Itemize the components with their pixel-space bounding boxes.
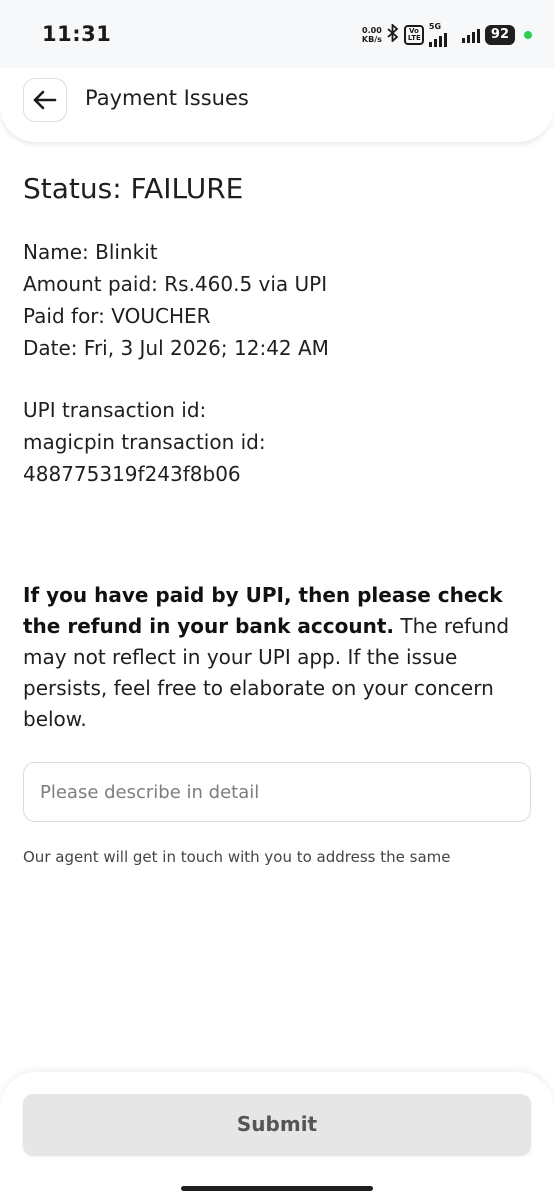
- app-header: Payment Issues: [0, 68, 554, 142]
- transaction-ids: UPI transaction id: magicpin transaction…: [23, 394, 266, 490]
- bluetooth-icon: [387, 22, 399, 47]
- status-bar: 11:31 0.00 KB/s Vo LTE 5G 92: [0, 0, 554, 68]
- agent-note: Our agent will get in touch with you to …: [23, 848, 451, 866]
- privacy-dot-icon: [524, 31, 532, 39]
- signal-bars-icon: [461, 27, 480, 43]
- refund-notice: If you have paid by UPI, then please che…: [23, 580, 523, 735]
- paid-for: Paid for: VOUCHER: [23, 304, 211, 328]
- merchant-name: Name: Blinkit: [23, 240, 158, 264]
- status-icons: 0.00 KB/s Vo LTE 5G 92: [362, 22, 532, 48]
- volte-icon: Vo LTE: [403, 25, 424, 45]
- signal-bars-icon: [428, 31, 447, 47]
- page-title: Payment Issues: [85, 86, 249, 110]
- payment-issues-screen: 11:31 0.00 KB/s Vo LTE 5G 92 Payment Iss…: [0, 0, 554, 1200]
- network-speed-unit: KB/s: [361, 35, 382, 44]
- home-indicator[interactable]: [181, 1186, 373, 1191]
- network-speed: 0.00 KB/s: [362, 26, 382, 44]
- payment-status: Status: FAILURE: [23, 172, 244, 205]
- magicpin-transaction-id-label: magicpin transaction id:: [23, 430, 266, 454]
- upi-transaction-id-label: UPI transaction id:: [23, 398, 207, 422]
- network-type: 5G: [428, 22, 442, 31]
- submit-button[interactable]: Submit: [23, 1094, 531, 1154]
- network-speed-value: 0.00: [362, 26, 382, 35]
- back-button[interactable]: [23, 78, 67, 122]
- issue-description-input[interactable]: [23, 762, 531, 822]
- signal-5g: 5G: [428, 22, 455, 47]
- amount-paid: Amount paid: Rs.460.5 via UPI: [23, 272, 328, 296]
- footer-bar: Submit: [0, 1072, 554, 1200]
- payment-date: Date: Fri, 3 Jul 2026; 12:42 AM: [23, 336, 329, 360]
- payment-details: Name: Blinkit Amount paid: Rs.460.5 via …: [23, 236, 329, 364]
- status-time: 11:31: [42, 22, 112, 46]
- battery-level: 92: [484, 25, 515, 45]
- arrow-left-icon: [33, 90, 57, 110]
- magicpin-transaction-id-value: 488775319f243f8b06: [23, 462, 241, 486]
